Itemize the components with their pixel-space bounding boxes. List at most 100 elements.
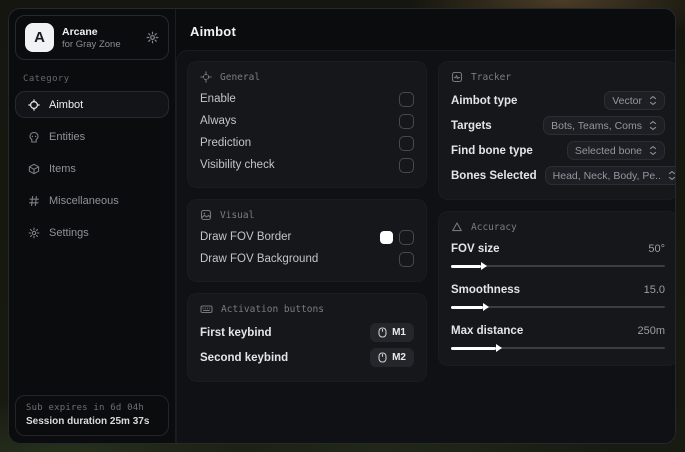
setting-label: Targets bbox=[451, 119, 492, 132]
setting-label: Max distance bbox=[451, 325, 524, 337]
card-title: Visual bbox=[220, 209, 255, 221]
card-title: Activation buttons bbox=[221, 303, 324, 315]
setting-label: Draw FOV Background bbox=[200, 253, 319, 265]
brand-texts: Arcane for Gray Zone bbox=[62, 26, 138, 50]
sidebar-item-label: Items bbox=[49, 162, 76, 175]
sidebar-item-miscellaneous[interactable]: Miscellaneous bbox=[15, 187, 169, 214]
enable-checkbox[interactable] bbox=[399, 91, 414, 107]
slider-fill bbox=[451, 344, 502, 352]
sidebar-nav: Aimbot Entities Items Miscellaneous Sett… bbox=[15, 91, 169, 246]
chevron-up-down-icon bbox=[649, 145, 657, 156]
chevron-up-down-icon bbox=[649, 95, 657, 106]
setting-label: Draw FOV Border bbox=[200, 231, 292, 243]
brand-logo: A bbox=[25, 23, 54, 52]
sidebar-item-label: Settings bbox=[49, 226, 89, 239]
slider-fill bbox=[451, 262, 487, 270]
smoothness-value: 15.0 bbox=[643, 284, 665, 296]
fov-size-slider[interactable] bbox=[451, 262, 665, 270]
setting-row: Targets Bots, Teams, Coms bbox=[451, 113, 665, 138]
setting-row: Prediction bbox=[200, 132, 414, 154]
setting-row: Draw FOV Background bbox=[200, 248, 414, 270]
setting-row: Always bbox=[200, 110, 414, 132]
title-bar: Aimbot bbox=[176, 9, 675, 50]
targets-dropdown[interactable]: Bots, Teams, Coms bbox=[543, 116, 665, 135]
card-title: Accuracy bbox=[471, 221, 517, 233]
draw-fov-border-checkbox[interactable] bbox=[399, 229, 414, 245]
setting-label: Enable bbox=[200, 93, 236, 105]
left-column: General Enable Always Prediction Visibil… bbox=[187, 61, 427, 382]
general-card: General Enable Always Prediction Visibil… bbox=[187, 61, 427, 188]
visual-card-header: Visual bbox=[200, 209, 414, 221]
sidebar-item-items[interactable]: Items bbox=[15, 155, 169, 182]
color-swatch[interactable] bbox=[380, 230, 393, 244]
max-distance-value: 250m bbox=[637, 325, 665, 337]
visibility-check-checkbox[interactable] bbox=[399, 157, 414, 173]
setting-row: Smoothness 15.0 bbox=[451, 279, 665, 301]
smoothness-group: Smoothness 15.0 bbox=[451, 279, 665, 311]
card-title: General bbox=[220, 71, 261, 83]
card-title: Tracker bbox=[471, 71, 512, 83]
setting-label: Aimbot type bbox=[451, 94, 518, 107]
setting-row: Second keybind M2 bbox=[200, 345, 414, 370]
setting-label: Smoothness bbox=[451, 284, 521, 296]
max-distance-slider[interactable] bbox=[451, 344, 665, 352]
category-label: Category bbox=[23, 74, 70, 84]
chevron-up-down-icon bbox=[649, 120, 657, 131]
brand-subtitle: for Gray Zone bbox=[62, 38, 121, 50]
always-checkbox[interactable] bbox=[399, 113, 414, 129]
tracker-card-header: Tracker bbox=[451, 71, 665, 83]
setting-row: Visibility check bbox=[200, 154, 414, 176]
setting-row: FOV size 50° bbox=[451, 238, 665, 260]
brand-card: A Arcane for Gray Zone bbox=[15, 15, 169, 60]
content-panel: General Enable Always Prediction Visibil… bbox=[176, 50, 675, 443]
dropdown-value: Selected bone bbox=[574, 144, 642, 157]
setting-label: Find bone type bbox=[451, 144, 533, 157]
dropdown-value: Head, Neck, Body, Pe.. bbox=[552, 169, 662, 182]
mouse-icon bbox=[378, 327, 387, 338]
general-card-header: General bbox=[200, 71, 414, 83]
keybind-value: M2 bbox=[392, 352, 406, 363]
gear-icon[interactable] bbox=[146, 31, 159, 44]
first-keybind-button[interactable]: M1 bbox=[370, 323, 414, 342]
sidebar-item-entities[interactable]: Entities bbox=[15, 123, 169, 150]
keybind-value: M1 bbox=[392, 327, 406, 338]
skull-icon bbox=[28, 131, 40, 143]
app-window: A Arcane for Gray Zone Category Aimbot E… bbox=[8, 8, 676, 444]
box-icon bbox=[28, 163, 40, 175]
brand-name: Arcane bbox=[62, 25, 98, 38]
setting-row: Bones Selected Head, Neck, Body, Pe.. bbox=[451, 163, 675, 188]
setting-row: Aimbot type Vector bbox=[451, 88, 665, 113]
smoothness-slider[interactable] bbox=[451, 303, 665, 311]
mouse-icon bbox=[378, 352, 387, 363]
setting-row: Enable bbox=[200, 88, 414, 110]
second-keybind-button[interactable]: M2 bbox=[370, 348, 414, 367]
prediction-checkbox[interactable] bbox=[399, 135, 414, 151]
setting-label: First keybind bbox=[200, 326, 272, 339]
sidebar-item-label: Entities bbox=[49, 130, 86, 143]
triangle-icon bbox=[451, 221, 463, 233]
fov-border-controls bbox=[380, 229, 414, 245]
sidebar-item-settings[interactable]: Settings bbox=[15, 219, 169, 246]
find-bone-type-dropdown[interactable]: Selected bone bbox=[566, 141, 665, 160]
radar-icon bbox=[451, 71, 463, 83]
max-distance-group: Max distance 250m bbox=[451, 320, 665, 352]
sidebar-item-aimbot[interactable]: Aimbot bbox=[15, 91, 169, 118]
bones-selected-dropdown[interactable]: Head, Neck, Body, Pe.. bbox=[544, 166, 675, 185]
slider-fill bbox=[451, 303, 490, 311]
activation-card-header: Activation buttons bbox=[200, 303, 414, 315]
draw-fov-background-checkbox[interactable] bbox=[399, 251, 414, 267]
chevron-up-down-icon bbox=[668, 170, 675, 181]
hash-icon bbox=[28, 195, 40, 207]
session-duration-text: Session duration 25m 37s bbox=[26, 416, 150, 427]
setting-label: Bones Selected bbox=[451, 169, 537, 182]
setting-label: Always bbox=[200, 115, 237, 127]
setting-row: Max distance 250m bbox=[451, 320, 665, 342]
fov-size-value: 50° bbox=[648, 243, 665, 255]
main-area: Aimbot General Enable Always Prediction … bbox=[176, 9, 675, 443]
sidebar-item-label: Aimbot bbox=[49, 98, 84, 111]
setting-label: Second keybind bbox=[200, 351, 289, 364]
aimbot-type-dropdown[interactable]: Vector bbox=[604, 91, 665, 110]
keyboard-icon bbox=[200, 303, 213, 315]
right-column: Tracker Aimbot type Vector Targets Bots,… bbox=[438, 61, 675, 366]
visual-card: Visual Draw FOV Border Draw FOV Backgrou… bbox=[187, 199, 427, 282]
